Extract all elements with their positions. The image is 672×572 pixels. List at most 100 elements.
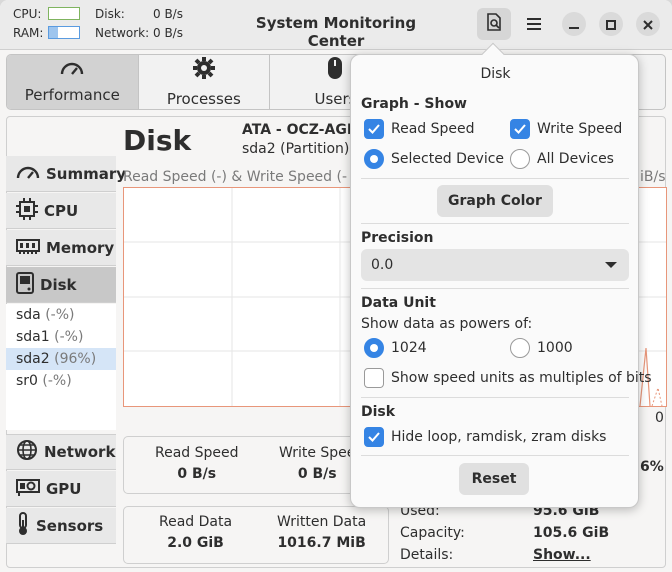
sidebar-item-label: Disk bbox=[40, 275, 77, 294]
mouse-icon bbox=[326, 56, 344, 84]
header-bar: CPU: RAM: Disk: 0 B/s Network: 0 B/s Sys… bbox=[0, 0, 672, 50]
written-data-value: 1016.7 MiB bbox=[277, 535, 366, 551]
separator bbox=[361, 178, 629, 179]
graph-color-button[interactable]: Graph Color bbox=[437, 185, 553, 217]
write-speed-value: 0 B/s bbox=[297, 466, 337, 482]
checkbox-label: Read Speed bbox=[391, 121, 475, 137]
window-title: System Monitoring Center bbox=[255, 14, 417, 50]
checkbox-label: Show speed units as multiples of bits bbox=[391, 370, 652, 386]
sidebar-item-sensors[interactable]: Sensors bbox=[6, 508, 116, 544]
radio-selected-icon bbox=[364, 149, 384, 169]
disk-settings-button[interactable] bbox=[477, 8, 511, 40]
read-data-label: Read Data bbox=[159, 514, 233, 530]
separator bbox=[361, 223, 629, 224]
graph-spike-dashed bbox=[651, 386, 663, 407]
all-devices-radio[interactable]: All Devices bbox=[510, 149, 614, 169]
sidebar-item-label: Summary bbox=[46, 164, 127, 183]
sidebar-item-label: GPU bbox=[46, 479, 82, 498]
separator bbox=[361, 397, 629, 398]
radio-selected-icon bbox=[364, 338, 384, 358]
device-name: sda2 bbox=[16, 351, 50, 367]
close-icon bbox=[643, 15, 653, 34]
close-button[interactable] bbox=[636, 12, 660, 36]
disk-icon bbox=[16, 271, 34, 298]
radio-unselected-icon bbox=[510, 149, 530, 169]
list-item[interactable]: sda (-%) bbox=[6, 304, 116, 326]
minimize-button[interactable] bbox=[562, 12, 586, 36]
disk-settings-popover: Disk Graph - Show Read Speed Write Speed… bbox=[350, 42, 652, 508]
gpu-icon bbox=[16, 477, 40, 501]
disk-mini-value: 0 B/s bbox=[153, 7, 183, 21]
maximize-icon bbox=[606, 15, 616, 34]
cpu-icon bbox=[16, 197, 38, 224]
chevron-down-icon bbox=[605, 262, 617, 268]
precision-dropdown[interactable]: 0.0 bbox=[361, 249, 629, 281]
memory-icon bbox=[16, 237, 40, 259]
device-usage: (-%) bbox=[42, 373, 72, 389]
details-link[interactable]: Show... bbox=[533, 547, 591, 563]
cpu-mini-bar bbox=[48, 7, 80, 20]
hide-loop-checkbox[interactable]: Hide loop, ramdisk, zram disks bbox=[364, 427, 606, 447]
hamburger-icon bbox=[527, 15, 541, 34]
powers-1024-radio[interactable]: 1024 bbox=[364, 338, 427, 358]
sidebar-item-summary[interactable]: Summary bbox=[6, 156, 126, 192]
sidebar-item-memory[interactable]: Memory bbox=[6, 230, 116, 266]
write-speed-label: Write Spee bbox=[279, 445, 356, 461]
powers-1000-radio[interactable]: 1000 bbox=[510, 338, 573, 358]
read-speed-label: Read Speed bbox=[155, 445, 239, 461]
graph-zero-label: 0 bbox=[655, 410, 664, 426]
read-speed-value: 0 B/s bbox=[177, 466, 217, 482]
device-usage: (-%) bbox=[45, 307, 75, 323]
document-search-icon bbox=[486, 13, 502, 35]
radio-label: 1024 bbox=[391, 340, 427, 356]
sidebar-item-label: Network bbox=[44, 443, 116, 461]
read-data-stat: Read Data 2.0 GiB bbox=[159, 514, 232, 551]
device-list: sda (-%) sda1 (-%) sda2 (96%) sr0 (-%) bbox=[6, 304, 116, 430]
globe-icon bbox=[16, 439, 38, 465]
maximize-button[interactable] bbox=[599, 12, 623, 36]
written-data-label: Written Data bbox=[277, 514, 367, 530]
page-title: Disk bbox=[123, 124, 192, 157]
details-label: Details: bbox=[400, 547, 454, 563]
tab-label: Performance bbox=[24, 86, 120, 104]
list-item-selected[interactable]: sda2 (96%) bbox=[6, 348, 116, 370]
graph-show-heading: Graph - Show bbox=[361, 96, 467, 112]
reset-button[interactable]: Reset bbox=[459, 463, 529, 495]
sidebar-item-gpu[interactable]: GPU bbox=[6, 471, 116, 507]
disk-mini-label: Disk: bbox=[95, 7, 125, 21]
bits-checkbox[interactable]: Show speed units as multiples of bits bbox=[364, 368, 652, 388]
read-speed-checkbox[interactable]: Read Speed bbox=[364, 119, 475, 139]
sidebar-item-label: CPU bbox=[44, 201, 79, 220]
checkbox-checked-icon bbox=[364, 119, 384, 139]
minimize-icon bbox=[569, 15, 579, 34]
device-name: sr0 bbox=[16, 373, 38, 389]
tab-performance[interactable]: Performance bbox=[7, 55, 139, 109]
tab-label: Processes bbox=[166, 90, 241, 108]
tab-processes[interactable]: Processes bbox=[139, 55, 271, 109]
speedometer-icon bbox=[16, 164, 40, 184]
selected-device-radio[interactable]: Selected Device bbox=[364, 149, 504, 169]
data-unit-heading: Data Unit bbox=[361, 295, 436, 311]
device-usage: (-%) bbox=[54, 329, 84, 345]
list-item[interactable]: sr0 (-%) bbox=[6, 370, 116, 392]
app-window: CPU: RAM: Disk: 0 B/s Network: 0 B/s Sys… bbox=[0, 0, 672, 572]
checkbox-label: Write Speed bbox=[537, 121, 623, 137]
popover-title: Disk bbox=[480, 66, 511, 82]
graph-label: Read Speed (-) & Write Speed (- -) bbox=[123, 169, 362, 185]
cpu-label: CPU: bbox=[13, 7, 42, 21]
ram-mini-bar bbox=[48, 26, 80, 39]
written-data-stat: Written Data 1016.7 MiB bbox=[277, 514, 366, 551]
read-data-value: 2.0 GiB bbox=[167, 535, 224, 551]
checkbox-checked-icon bbox=[510, 119, 530, 139]
write-speed-checkbox[interactable]: Write Speed bbox=[510, 119, 622, 139]
thermometer-icon bbox=[16, 511, 30, 540]
list-item[interactable]: sda1 (-%) bbox=[6, 326, 116, 348]
sidebar-item-network[interactable]: Network bbox=[6, 434, 116, 470]
menu-button[interactable] bbox=[522, 12, 546, 36]
capacity-label: Capacity: bbox=[400, 525, 465, 541]
sidebar-item-disk[interactable]: Disk bbox=[6, 267, 116, 303]
separator bbox=[361, 455, 629, 456]
sidebar-item-cpu[interactable]: CPU bbox=[6, 193, 116, 229]
network-mini-label: Network: bbox=[95, 26, 150, 40]
network-mini-value: 0 B/s bbox=[153, 26, 183, 40]
